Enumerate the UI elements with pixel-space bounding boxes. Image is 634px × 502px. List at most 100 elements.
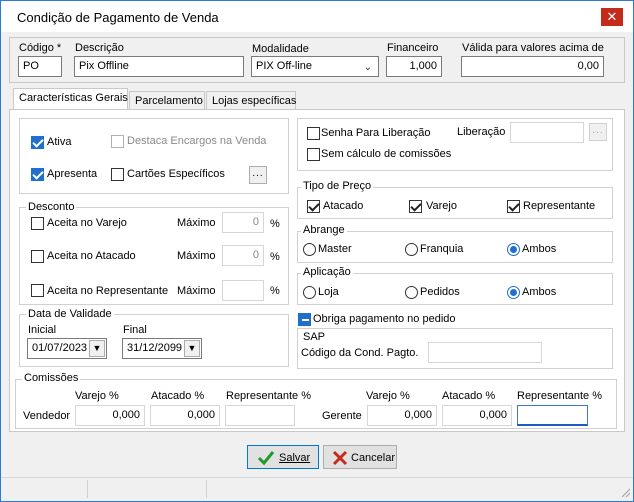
codigo-input[interactable]: PO bbox=[18, 56, 62, 77]
modalidade-select[interactable]: PIX Off-line ⌄ bbox=[251, 56, 379, 77]
representante-checkbox[interactable] bbox=[507, 200, 520, 213]
ger-varejo-header: Varejo % bbox=[366, 390, 410, 402]
desconto-varejo-input[interactable]: 0 bbox=[222, 212, 264, 233]
comissoes-title: Comissões bbox=[22, 372, 81, 384]
obriga-checkbox[interactable] bbox=[298, 313, 311, 326]
sem-calculo-label: Sem cálculo de comissões bbox=[321, 148, 452, 160]
modalidade-value: PIX Off-line bbox=[256, 60, 313, 72]
apresenta-label: Apresenta bbox=[47, 168, 98, 180]
sap-codigo-input[interactable] bbox=[428, 342, 542, 363]
cancelar-label: Cancelar bbox=[351, 452, 396, 464]
ativa-label: Ativa bbox=[47, 136, 72, 148]
senha-checkbox[interactable] bbox=[307, 127, 320, 140]
pedidos-label: Pedidos bbox=[420, 286, 460, 298]
financeiro-input[interactable]: 1,000 bbox=[386, 56, 442, 77]
descricao-input[interactable]: Pix Offline bbox=[74, 56, 244, 77]
vendedor-representante-input[interactable] bbox=[225, 405, 295, 426]
cancel-x-icon bbox=[332, 450, 348, 466]
date-dropdown-icon[interactable]: ▼ bbox=[89, 340, 105, 357]
valida-label: Válida para valores acima de bbox=[462, 42, 604, 54]
atacado-checkbox[interactable] bbox=[307, 200, 320, 213]
inicial-date-input[interactable]: 01/07/2023 ▼ bbox=[27, 338, 107, 359]
valida-input[interactable]: 0,00 bbox=[461, 56, 604, 77]
obriga-label: Obriga pagamento no pedido bbox=[313, 313, 456, 325]
abrange-title: Abrange bbox=[301, 224, 347, 236]
liberacao-dots-button[interactable]: ... bbox=[589, 123, 607, 141]
percent-varejo: % bbox=[270, 218, 280, 230]
aceita-atacado-label: Aceita no Atacado bbox=[47, 250, 136, 262]
loja-label: Loja bbox=[318, 286, 339, 298]
dialog-window: Condição de Pagamento de Venda ✕ Código … bbox=[0, 0, 634, 502]
representante-label: Representante bbox=[523, 200, 596, 212]
tipo-preco-title: Tipo de Preço bbox=[301, 180, 374, 192]
inicial-label: Inicial bbox=[28, 324, 57, 336]
salvar-label: Salvar bbox=[279, 452, 311, 464]
modalidade-label: Modalidade bbox=[252, 43, 309, 55]
franquia-label: Franquia bbox=[420, 243, 464, 255]
gerente-varejo-input[interactable]: 0,000 bbox=[367, 405, 437, 426]
tab-caracteristicas-gerais[interactable]: Características Gerais bbox=[13, 88, 128, 110]
aceita-representante-label: Aceita no Representante bbox=[47, 285, 169, 297]
vendedor-atacado-input[interactable]: 0,000 bbox=[150, 405, 220, 426]
sap-codigo-label: Código da Cond. Pagto. bbox=[301, 347, 419, 359]
liberacao-input[interactable] bbox=[510, 122, 584, 143]
ambos-aplicacao-radio[interactable] bbox=[507, 286, 520, 299]
gerente-representante-input[interactable] bbox=[517, 405, 588, 426]
tab-parcelamento[interactable]: Parcelamento bbox=[129, 91, 205, 111]
varejo-checkbox[interactable] bbox=[409, 200, 422, 213]
cartoes-label: Cartões Específicos bbox=[127, 168, 225, 180]
destaca-label: Destaca Encargos na Venda bbox=[127, 135, 267, 147]
desconto-representante-input[interactable] bbox=[222, 280, 264, 301]
vend-representante-header: Representante % bbox=[226, 390, 311, 402]
salvar-button[interactable]: Salvar bbox=[247, 445, 319, 469]
cartoes-dots-button[interactable]: ... bbox=[249, 166, 267, 184]
aceita-representante-checkbox[interactable] bbox=[31, 284, 44, 297]
ativa-checkbox[interactable] bbox=[31, 136, 44, 149]
master-radio[interactable] bbox=[303, 243, 316, 256]
master-label: Master bbox=[318, 243, 352, 255]
gerente-atacado-input[interactable]: 0,000 bbox=[442, 405, 512, 426]
aplicacao-title: Aplicação bbox=[301, 266, 353, 278]
franquia-radio[interactable] bbox=[405, 243, 418, 256]
validade-title: Data de Validade bbox=[26, 308, 114, 320]
title-bar: Condição de Pagamento de Venda ✕ bbox=[1, 1, 633, 32]
destaca-checkbox[interactable] bbox=[111, 135, 124, 148]
vend-varejo-header: Varejo % bbox=[75, 390, 119, 402]
apresenta-checkbox[interactable] bbox=[31, 168, 44, 181]
status-divider bbox=[87, 480, 88, 498]
chevron-down-icon: ⌄ bbox=[363, 62, 372, 73]
aceita-varejo-checkbox[interactable] bbox=[31, 217, 44, 230]
sap-title: SAP bbox=[303, 331, 326, 343]
check-icon bbox=[257, 451, 275, 466]
close-button[interactable]: ✕ bbox=[601, 8, 623, 26]
percent-representante: % bbox=[270, 285, 280, 297]
resize-grip-icon[interactable] bbox=[621, 488, 631, 498]
date-dropdown-icon[interactable]: ▼ bbox=[184, 340, 200, 357]
cancelar-button[interactable]: Cancelar bbox=[323, 445, 397, 469]
final-date-input[interactable]: 31/12/2099 ▼ bbox=[122, 338, 202, 359]
vendedor-label: Vendedor bbox=[23, 410, 71, 422]
aceita-atacado-checkbox[interactable] bbox=[31, 250, 44, 263]
status-bar bbox=[1, 477, 633, 501]
codigo-label: Código * bbox=[19, 42, 62, 54]
ger-atacado-header: Atacado % bbox=[442, 390, 496, 402]
window-title: Condição de Pagamento de Venda bbox=[17, 10, 219, 25]
gerente-label: Gerente bbox=[322, 410, 362, 422]
aceita-varejo-label: Aceita no Varejo bbox=[47, 217, 127, 229]
vendedor-varejo-input[interactable]: 0,000 bbox=[75, 405, 145, 426]
final-label: Final bbox=[123, 324, 147, 336]
pedidos-radio[interactable] bbox=[405, 286, 418, 299]
inicial-date-value: 01/07/2023 bbox=[32, 342, 88, 354]
sem-calculo-checkbox[interactable] bbox=[307, 148, 320, 161]
tab-lojas-especificas[interactable]: Lojas específicas bbox=[206, 91, 296, 111]
cartoes-checkbox[interactable] bbox=[111, 168, 124, 181]
varejo-label: Varejo bbox=[426, 200, 457, 212]
senha-label: Senha Para Liberação bbox=[321, 127, 431, 139]
loja-radio[interactable] bbox=[303, 286, 316, 299]
desconto-atacado-input[interactable]: 0 bbox=[222, 245, 264, 266]
vend-atacado-header: Atacado % bbox=[151, 390, 205, 402]
liberacao-label: Liberação bbox=[457, 126, 506, 138]
final-date-value: 31/12/2099 bbox=[127, 342, 183, 354]
desconto-title: Desconto bbox=[26, 201, 77, 213]
ambos-abrange-radio[interactable] bbox=[507, 243, 520, 256]
